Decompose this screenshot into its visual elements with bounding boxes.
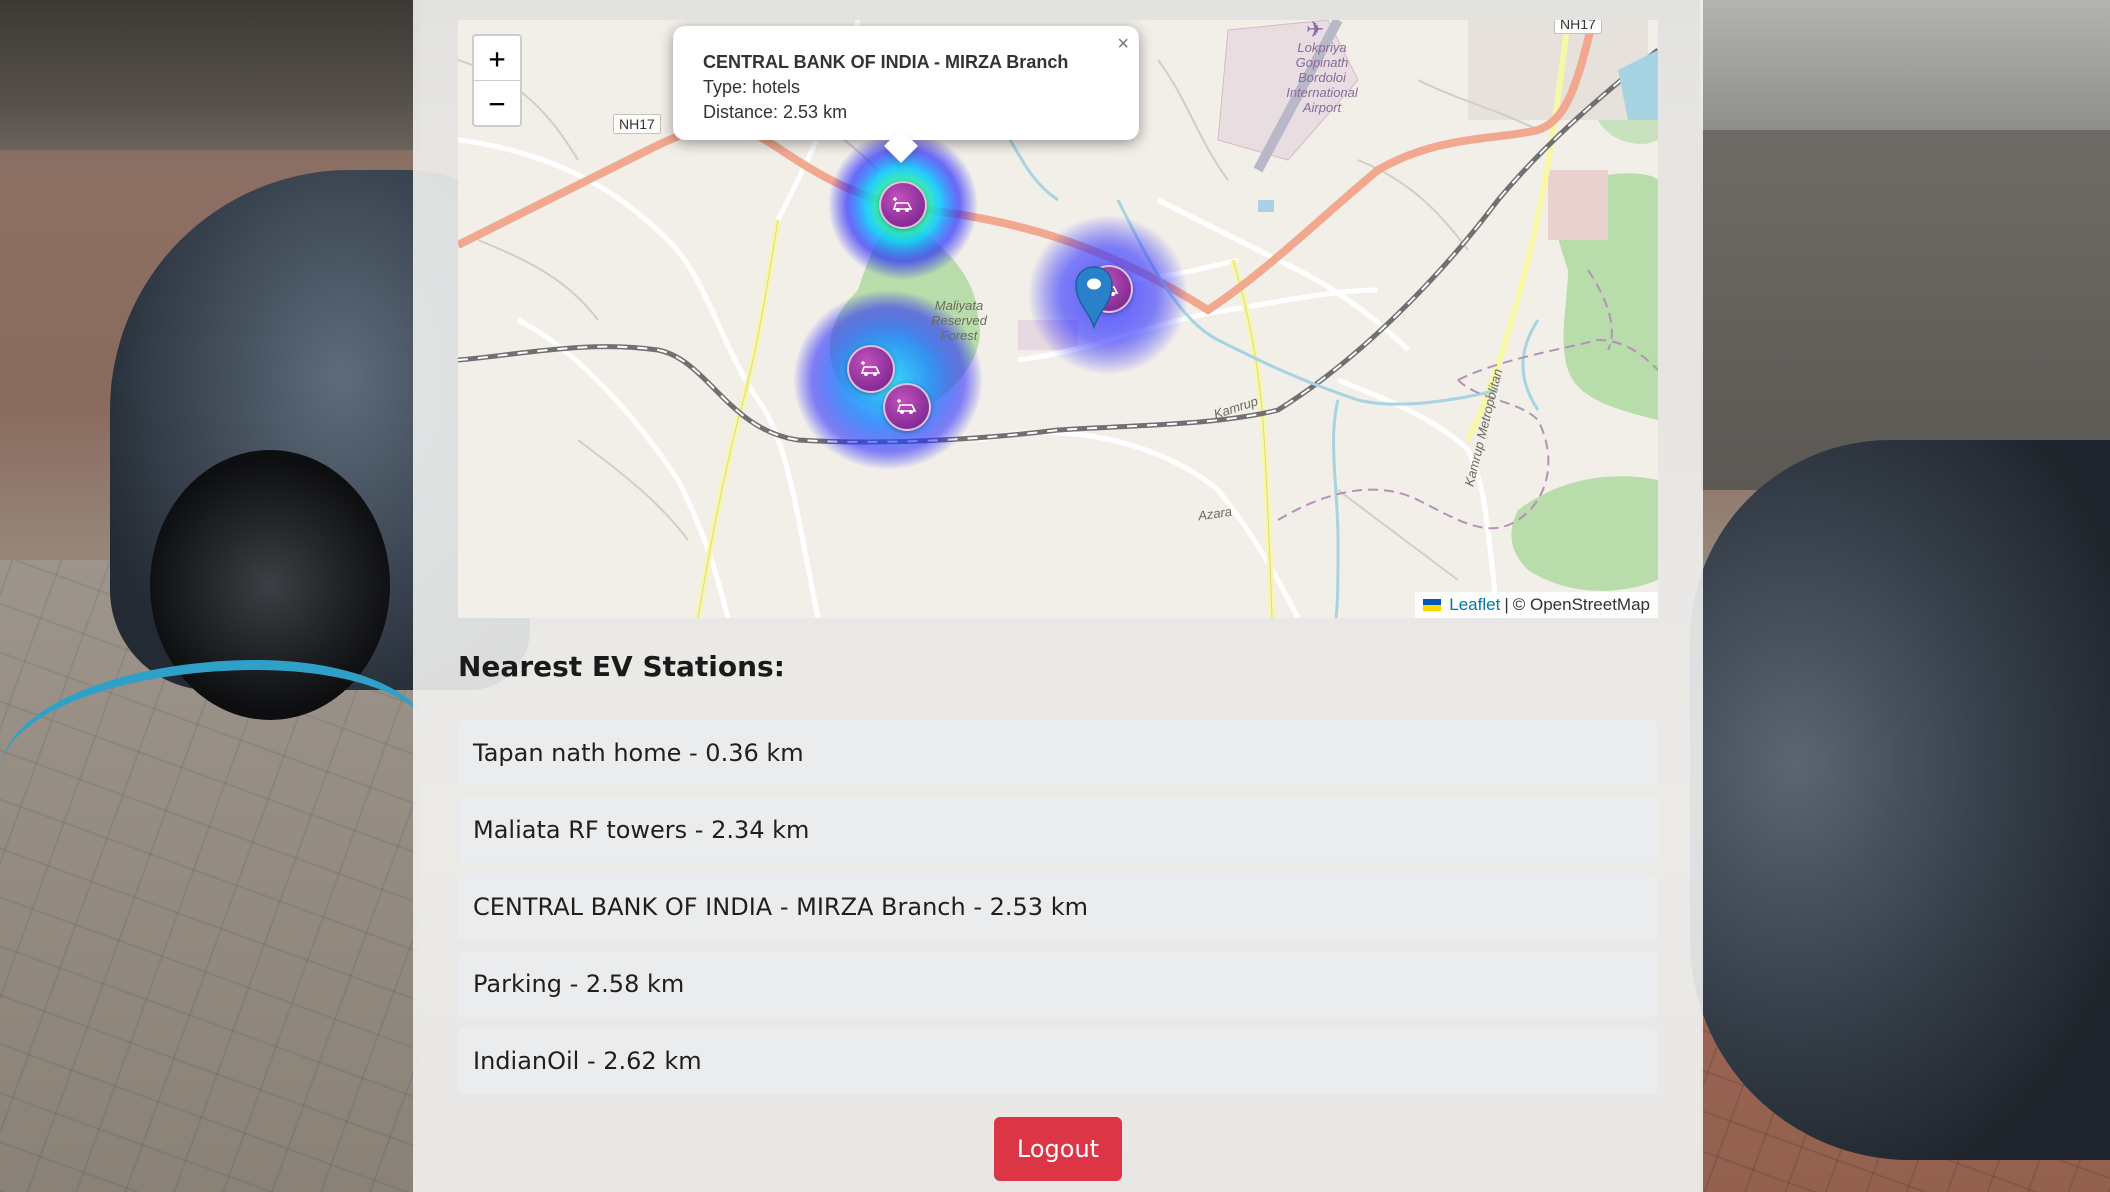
station-list-item[interactable]: Parking - 2.58 km <box>458 951 1658 1017</box>
attribution-separator: | <box>1504 595 1509 614</box>
leaflet-link[interactable]: Leaflet <box>1449 595 1500 615</box>
location-pin-icon[interactable] <box>1074 265 1114 329</box>
popup-close-button[interactable]: × <box>1117 34 1129 54</box>
zoom-out-button[interactable]: − <box>474 80 520 125</box>
road-label-nh17-top: NH17 <box>1554 20 1602 34</box>
station-list-item[interactable]: IndianOil - 2.62 km <box>458 1028 1658 1094</box>
ev-station-marker[interactable] <box>879 181 927 229</box>
map-attribution: Leaflet | © OpenStreetMap <box>1415 592 1658 618</box>
zoom-control: + − <box>472 34 522 127</box>
zoom-in-button[interactable]: + <box>474 36 520 80</box>
station-list-item[interactable]: Tapan nath home - 0.36 km <box>458 720 1658 786</box>
popup-distance: Distance: 2.53 km <box>703 102 848 122</box>
stations-list: Tapan nath home - 0.36 km Maliata RF tow… <box>458 720 1658 1105</box>
airport-icon: ✈ <box>1306 20 1325 43</box>
ev-charging-icon <box>892 197 913 212</box>
ev-charging-icon <box>860 361 881 376</box>
logout-button[interactable]: Logout <box>994 1117 1122 1181</box>
map-label-airport: Lokpriya Gopinath Bordoloi International… <box>1286 40 1358 115</box>
ukraine-flag-icon <box>1423 599 1442 611</box>
ev-station-marker[interactable] <box>883 383 931 431</box>
station-list-item[interactable]: Maliata RF towers - 2.34 km <box>458 797 1658 863</box>
popup-type: Type: hotels <box>703 77 801 97</box>
main-panel: NH17 NH17 Maliyata Reserved Forest Lokpr… <box>413 0 1703 1192</box>
map[interactable]: NH17 NH17 Maliyata Reserved Forest Lokpr… <box>458 20 1658 618</box>
station-popup: × CENTRAL BANK OF INDIA - MIRZA Branch T… <box>673 26 1139 163</box>
ev-charging-icon <box>896 399 917 414</box>
ev-station-marker[interactable] <box>847 345 895 393</box>
station-list-item[interactable]: CENTRAL BANK OF INDIA - MIRZA Branch - 2… <box>458 874 1658 940</box>
stations-heading: Nearest EV Stations: <box>458 650 785 683</box>
popup-title: CENTRAL BANK OF INDIA - MIRZA Branch <box>703 52 1069 72</box>
osm-attribution: © OpenStreetMap <box>1512 595 1650 614</box>
road-label-nh17: NH17 <box>613 114 661 134</box>
map-label-forest: Maliyata Reserved Forest <box>931 298 987 343</box>
